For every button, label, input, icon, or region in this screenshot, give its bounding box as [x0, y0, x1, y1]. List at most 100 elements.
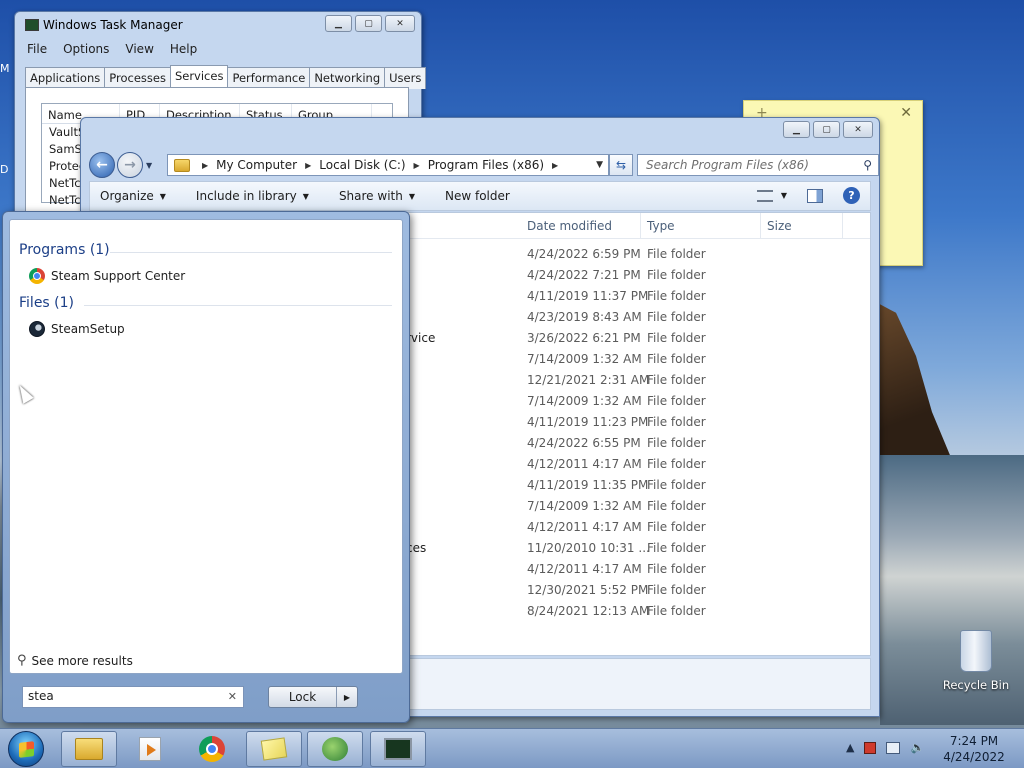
group-programs-header[interactable]: Programs (1): [19, 242, 110, 258]
column-divider[interactable]: [640, 213, 641, 239]
result-steamsetup[interactable]: SteamSetup: [29, 321, 125, 337]
close-button[interactable]: ✕: [843, 121, 873, 138]
taskbar-media-player-button[interactable]: [122, 731, 178, 767]
breadcrumb-my-computer[interactable]: My Computer: [216, 158, 297, 172]
file-date-modified: 7/14/2009 1:32 AM: [527, 394, 642, 408]
recycle-bin-label: Recycle Bin: [942, 678, 1010, 692]
desktop-icon-label-fragment: D: [0, 163, 9, 176]
column-type[interactable]: Type: [647, 219, 675, 233]
file-date-modified: 7/14/2009 1:32 AM: [527, 499, 642, 513]
file-type: File folder: [647, 394, 706, 408]
column-divider[interactable]: [842, 213, 843, 239]
action-center-flag-icon[interactable]: [864, 741, 877, 754]
recent-pages-dropdown[interactable]: ▼: [146, 161, 152, 170]
change-view-button[interactable]: ▼: [756, 189, 787, 202]
forward-button[interactable]: →: [117, 152, 143, 178]
navigation-bar: ← → ▼ ▶ My Computer ▶ Local Disk (C:) ▶ …: [89, 152, 879, 178]
taskbar: ▲ 🔈 7:24 PM 4/24/2022: [0, 728, 1024, 768]
column-size[interactable]: Size: [767, 219, 792, 233]
taskbar-task-manager-button[interactable]: [370, 731, 426, 767]
search-results-panel: Programs (1) Steam Support Center Files …: [9, 219, 403, 674]
tab-performance[interactable]: Performance: [227, 67, 311, 89]
tab-services[interactable]: Services: [169, 65, 229, 87]
media-player-icon: [139, 737, 161, 761]
new-folder-button[interactable]: New folder: [445, 189, 510, 203]
search-icon[interactable]: ⚲: [863, 158, 872, 172]
file-name: rvice: [406, 331, 436, 345]
breadcrumb-local-disk[interactable]: Local Disk (C:): [319, 158, 405, 172]
column-divider[interactable]: [760, 213, 761, 239]
taskbar-network-button[interactable]: [307, 731, 363, 767]
lock-button[interactable]: Lock ▶: [268, 686, 358, 708]
share-with-button[interactable]: Share with ▼: [339, 189, 415, 203]
task-manager-icon: [384, 738, 412, 760]
tab-networking[interactable]: Networking: [309, 67, 386, 89]
tab-applications[interactable]: Applications: [25, 67, 106, 89]
breadcrumb-separator-icon[interactable]: ▶: [552, 161, 558, 170]
start-button[interactable]: [8, 731, 44, 767]
file-date-modified: 11/20/2010 10:31 ...: [527, 541, 650, 555]
back-button[interactable]: ←: [89, 152, 115, 178]
maximize-button[interactable]: ▢: [355, 15, 382, 32]
preview-pane-icon[interactable]: [807, 188, 823, 203]
file-type: File folder: [647, 415, 706, 429]
start-menu: Programs (1) Steam Support Center Files …: [2, 211, 410, 723]
recycle-bin-shortcut[interactable]: Recycle Bin: [940, 630, 1012, 692]
breadcrumb-separator-icon[interactable]: ▶: [414, 161, 420, 170]
menu-options[interactable]: Options: [63, 42, 109, 60]
network-icon[interactable]: [886, 741, 901, 754]
explorer-search-input[interactable]: Search Program Files (x86) ⚲: [637, 154, 879, 176]
address-history-dropdown-icon[interactable]: ▼: [596, 160, 603, 170]
lock-label: Lock: [269, 687, 337, 707]
refresh-icon: ⇆: [615, 158, 627, 172]
result-steam-support-center[interactable]: Steam Support Center: [29, 268, 185, 284]
file-type: File folder: [647, 247, 706, 261]
search-icon: ⚲: [17, 653, 27, 668]
tab-processes[interactable]: Processes: [104, 67, 171, 89]
clear-search-icon[interactable]: ✕: [228, 690, 237, 703]
menu-view[interactable]: View: [125, 42, 153, 60]
refresh-button[interactable]: ⇆: [609, 154, 633, 176]
clock[interactable]: 7:24 PM 4/24/2022: [940, 733, 1008, 765]
group-divider: [110, 252, 392, 253]
taskbar-chrome-button[interactable]: [184, 731, 240, 767]
steam-icon: [29, 321, 45, 337]
minimize-button[interactable]: ▁: [783, 121, 810, 138]
breadcrumb-separator-icon[interactable]: ▶: [202, 161, 208, 170]
file-type: File folder: [647, 310, 706, 324]
help-icon[interactable]: ?: [843, 187, 860, 204]
menu-file[interactable]: File: [27, 42, 47, 60]
file-date-modified: 4/24/2022 7:21 PM: [527, 268, 641, 282]
taskbar-sticky-notes-button[interactable]: [246, 731, 302, 767]
file-type: File folder: [647, 499, 706, 513]
include-in-library-button[interactable]: Include in library ▼: [196, 189, 309, 203]
minimize-button[interactable]: ▁: [325, 15, 352, 32]
start-search-input[interactable]: stea ✕: [22, 686, 244, 708]
organize-button[interactable]: Organize ▼: [100, 189, 166, 203]
menu-help[interactable]: Help: [170, 42, 197, 60]
group-files-header[interactable]: Files (1): [19, 295, 74, 311]
see-more-results-link[interactable]: ⚲ See more results: [17, 653, 133, 668]
tab-users[interactable]: Users: [384, 67, 427, 89]
close-note-icon[interactable]: ✕: [900, 105, 912, 121]
file-date-modified: 8/24/2021 12:13 AM: [527, 604, 650, 618]
volume-icon[interactable]: 🔈: [910, 741, 924, 754]
organize-label: Organize: [100, 189, 154, 203]
maximize-button[interactable]: ▢: [813, 121, 840, 138]
file-date-modified: 3/26/2022 6:21 PM: [527, 331, 641, 345]
show-hidden-icons-button[interactable]: ▲: [846, 741, 854, 754]
column-date-modified[interactable]: Date modified: [527, 219, 612, 233]
explorer-titlebar[interactable]: [81, 118, 879, 144]
back-arrow-icon: ←: [96, 157, 108, 173]
file-type: File folder: [647, 457, 706, 471]
breadcrumb-program-files[interactable]: Program Files (x86): [428, 158, 544, 172]
system-tray: ▲ 🔈: [846, 741, 924, 754]
address-bar[interactable]: ▶ My Computer ▶ Local Disk (C:) ▶ Progra…: [167, 154, 609, 176]
breadcrumb-separator-icon[interactable]: ▶: [305, 161, 311, 170]
folder-icon: [174, 158, 190, 172]
chevron-down-icon: ▼: [408, 191, 415, 201]
power-options-arrow-icon[interactable]: ▶: [337, 687, 357, 707]
file-type: File folder: [647, 520, 706, 534]
taskbar-explorer-button[interactable]: [61, 731, 117, 767]
close-button[interactable]: ✕: [385, 15, 415, 32]
